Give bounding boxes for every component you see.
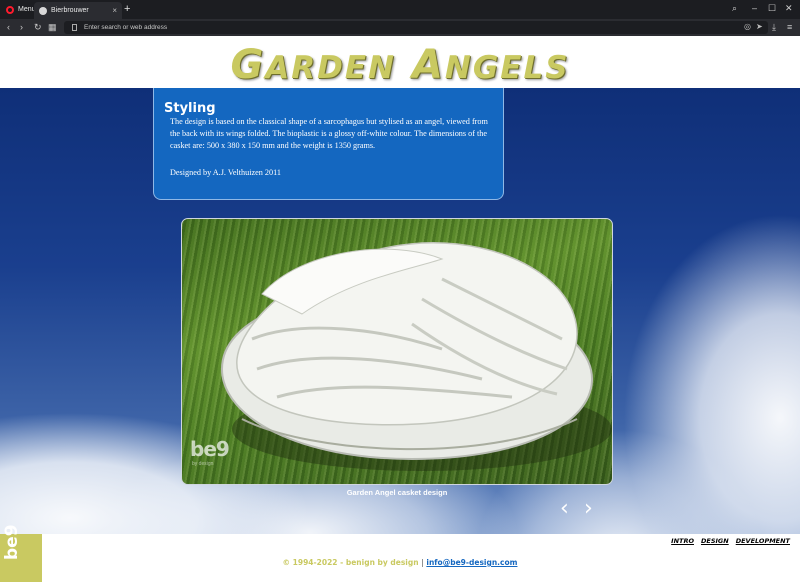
info-credit: Designed by A.J. Velthuizen 2011 <box>170 168 281 177</box>
send-icon[interactable]: ➤ <box>756 22 763 31</box>
page-viewport: GARDEN ANGELS Styling The design is base… <box>0 36 800 582</box>
email-link[interactable]: info@be9-design.com <box>426 558 517 567</box>
opera-logo-icon <box>6 5 14 14</box>
logo-initial-2: A <box>411 42 445 88</box>
tab-close-icon[interactable]: × <box>112 6 117 15</box>
logo-word-2: NGELS <box>444 50 570 86</box>
close-window-icon[interactable]: ✕ <box>785 3 793 14</box>
maximize-icon[interactable]: ☐ <box>768 3 776 14</box>
reload-icon[interactable]: ↻ <box>34 22 42 33</box>
casket-illustration <box>220 242 612 471</box>
footer-link-design[interactable]: DESIGN <box>701 537 729 545</box>
site-header: GARDEN ANGELS <box>0 36 800 88</box>
gallery-next-icon[interactable]: › <box>584 498 593 520</box>
speed-dial-icon[interactable]: ▦ <box>48 22 57 33</box>
casket-photo[interactable]: be9 by design <box>181 218 613 485</box>
info-text: The design is based on the classical sha… <box>170 117 488 150</box>
photo-caption: Garden Angel casket design <box>346 488 448 497</box>
tab-bar: Menu Bierbrouwer × + ⌕ – ☐ ✕ <box>0 0 800 19</box>
badge-text: be9 <box>2 524 22 560</box>
copyright-text: © 1994-2022 - benign by design <box>282 558 419 567</box>
minimize-icon[interactable]: – <box>752 3 757 14</box>
logo-word-1: ARDEN <box>265 50 396 86</box>
back-icon[interactable]: ‹ <box>7 22 10 33</box>
footer-link-development[interactable]: DEVELOPMENT <box>736 537 790 545</box>
info-panel: Styling The design is based on the class… <box>153 88 504 200</box>
download-icon[interactable]: ⤓ <box>772 22 776 33</box>
tab-favicon-icon <box>39 6 47 15</box>
site-logo[interactable]: GARDEN ANGELS <box>0 42 800 88</box>
photo-watermark-sub: by design <box>192 461 214 467</box>
logo-initial-1: G <box>230 42 266 88</box>
copyright-line: © 1994-2022 - benign by design | info@be… <box>0 558 800 567</box>
url-field[interactable]: ◎ ➤ <box>64 21 768 34</box>
copyright-separator: | <box>421 558 424 567</box>
info-title: Styling <box>164 101 216 116</box>
snapshot-icon[interactable]: ◎ <box>744 22 751 31</box>
tab-title: Bierbrouwer <box>51 7 89 14</box>
search-tabs-icon[interactable]: ⌕ <box>732 3 737 14</box>
address-input[interactable] <box>84 21 684 34</box>
easy-setup-icon[interactable]: ≡ <box>787 22 792 33</box>
footer-link-intro[interactable]: INTRO <box>671 537 694 545</box>
address-bar: ‹ › ↻ ▦ ◎ ➤ ⤓ ≡ <box>0 19 800 36</box>
forward-icon[interactable]: › <box>20 22 23 33</box>
browser-tab[interactable]: Bierbrouwer × <box>34 2 122 19</box>
browser-menu-label: Menu <box>18 6 36 13</box>
photo-watermark: be9 <box>190 437 230 461</box>
page-icon <box>72 24 77 31</box>
footer-nav: INTRO DESIGN DEVELOPMENT <box>671 537 790 545</box>
site-footer: be9 INTRO DESIGN DEVELOPMENT © 1994-2022… <box>0 524 800 582</box>
new-tab-icon[interactable]: + <box>124 3 130 16</box>
gallery-prev-icon[interactable]: ‹ <box>560 498 569 520</box>
